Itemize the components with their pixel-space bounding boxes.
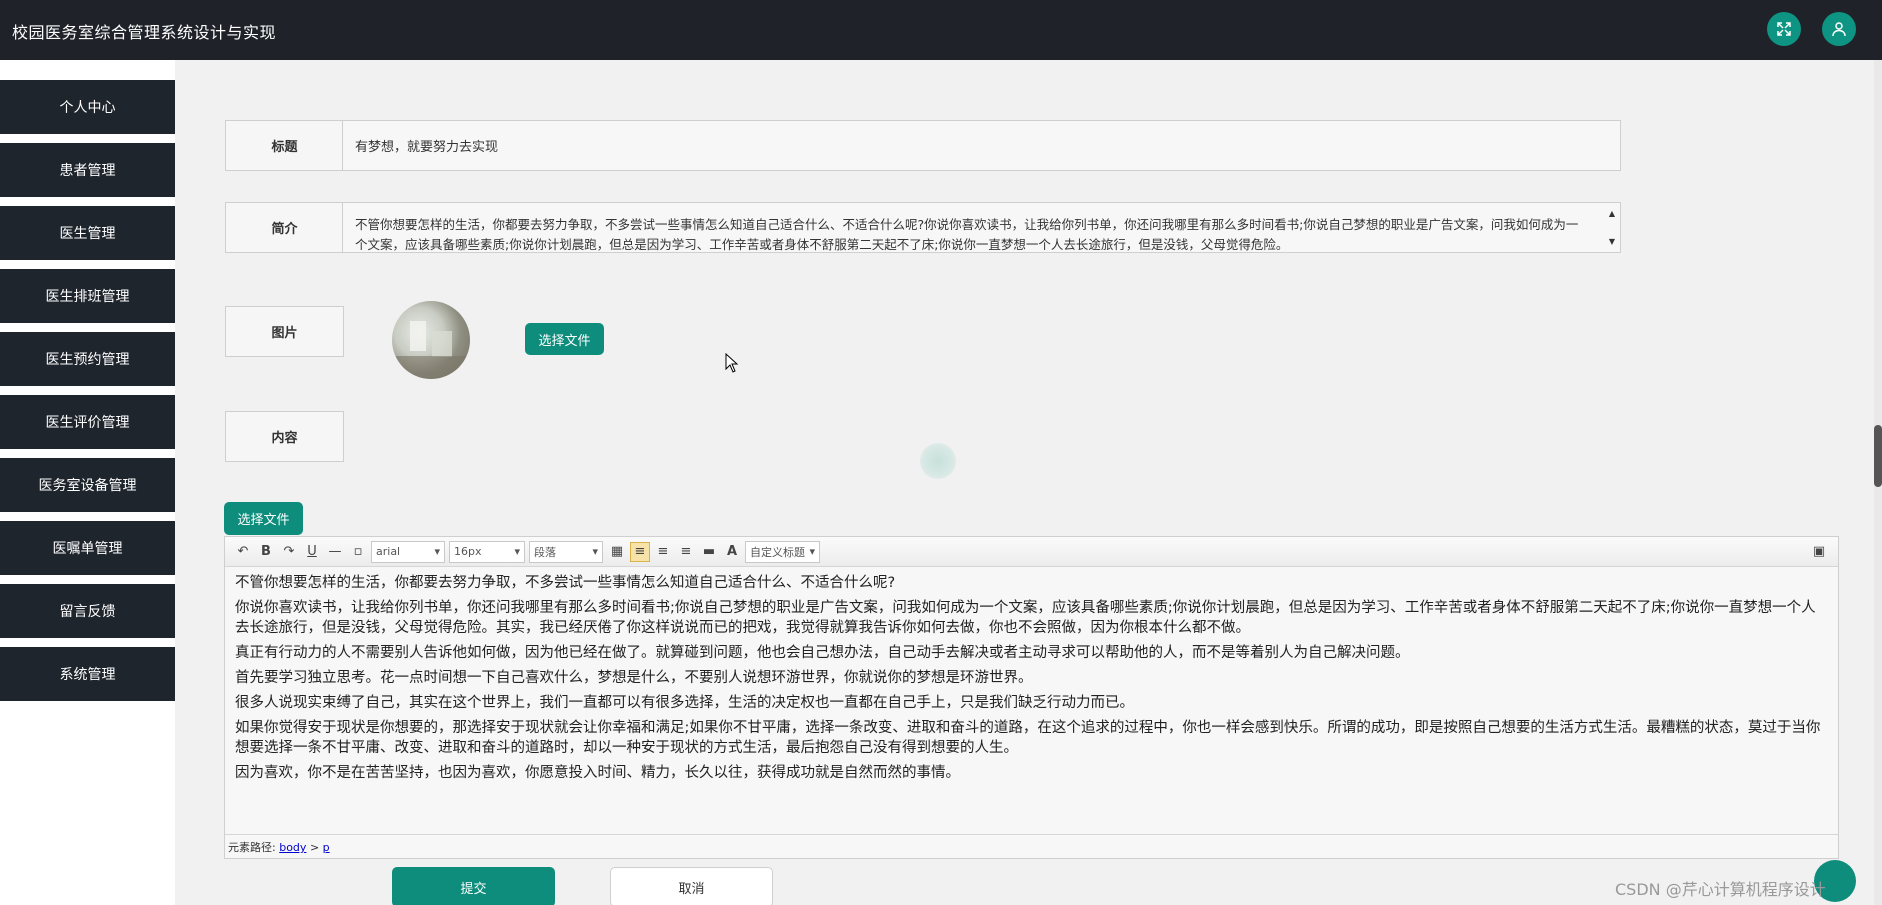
sidebar-item-label: 留言反馈 (59, 604, 116, 620)
font-size-select[interactable]: 16px ▾ (449, 540, 525, 563)
loading-spinner (920, 443, 956, 479)
editor-paragraph: 不管你想要怎样的生活，你都要去努力争取，不多尝试一些事情怎么知道自己适合什么、不… (235, 575, 896, 591)
top-bar: 校园医务室综合管理系统设计与实现 (0, 0, 1882, 60)
user-icon (1832, 22, 1846, 37)
editor-paragraph: 如果你觉得安于现状是你想要的，那选择安于现状就会让你幸福和满足;如果你不甘平庸，… (235, 720, 1821, 756)
watermark: CSDN @芹心计算机程序设计 (1615, 880, 1826, 899)
custom-title-select[interactable]: 自定义标题 ▾ (745, 540, 820, 563)
sidebar-item-label: 患者管理 (59, 163, 116, 179)
redo-icon[interactable]: ↷ (279, 542, 299, 562)
rich-text-editor[interactable]: ↶ B ↷ U — ▫ arial ▾ 16px ▾ 段落 ▾ ▦ ≡ ≡ ≡ ▬ A… (224, 536, 1839, 859)
element-path-p-link[interactable]: p (323, 841, 330, 854)
user-menu-button[interactable] (1822, 12, 1856, 46)
chevron-down-icon: ▾ (514, 545, 520, 558)
image-label: 图片 (225, 306, 344, 357)
editor-toolbar: ↶ B ↷ U — ▫ arial ▾ 16px ▾ 段落 ▾ ▦ ≡ ≡ ≡ ▬ A… (225, 537, 1838, 567)
underline-icon[interactable]: U (302, 542, 322, 562)
editor-paragraph: 很多人说现实束缚了自己，其实在这个世界上，我们一直都可以有很多选择，生活的决定权… (235, 695, 1134, 711)
editor-paragraph: 首先要学习独立思考。花一点时间想一下自己喜欢什么，梦想是什么，不要别人说想环游世… (235, 670, 1033, 686)
fullscreen-icon (1777, 22, 1791, 36)
paragraph-select[interactable]: 段落 ▾ (529, 540, 603, 563)
cancel-button[interactable]: 取消 (610, 867, 773, 905)
editor-paragraph: 你说你喜欢读书，让我给你列书单，你还问我哪里有那么多时间看书;你说自己梦想的职业… (235, 600, 1816, 636)
align-justify-icon[interactable]: ▬ (699, 542, 719, 562)
title-input[interactable]: 有梦想，就要努力去实现 (342, 120, 1621, 171)
summary-scroll-arrows[interactable]: ▲ ▼ (1605, 204, 1619, 252)
sidebar-item-label: 医嘱单管理 (52, 541, 123, 557)
uploaded-image-thumbnail (392, 301, 470, 379)
align-center-icon[interactable]: ≡ (676, 542, 696, 562)
summary-textarea[interactable]: 不管你想要怎样的生活，你都要去努力争取，不多尝试一些事情怎么知道自己适合什么、不… (342, 202, 1621, 253)
element-path-label: 元素路径: (228, 841, 276, 854)
page-scrollbar[interactable] (1874, 60, 1882, 905)
sidebar-item-patients[interactable]: 患者管理 (0, 143, 175, 197)
sidebar-item-system[interactable]: 系统管理 (0, 647, 175, 701)
paragraph-value: 段落 (534, 545, 556, 559)
app-title: 校园医务室综合管理系统设计与实现 (12, 23, 277, 42)
horizontal-rule-icon[interactable]: — (325, 542, 345, 562)
scroll-up-icon[interactable]: ▲ (1609, 204, 1615, 224)
sidebar-item-equipment[interactable]: 医务室设备管理 (0, 458, 175, 512)
sidebar-item-feedback[interactable]: 留言反馈 (0, 584, 175, 638)
scrollbar-thumb[interactable] (1874, 425, 1882, 487)
element-path-separator: > (309, 841, 320, 854)
font-color-icon[interactable]: A (722, 542, 742, 562)
chevron-down-icon: ▾ (434, 545, 440, 558)
sidebar-item-label: 医生预约管理 (45, 352, 130, 368)
chevron-down-icon: ▾ (809, 545, 815, 558)
submit-button[interactable]: 提交 (392, 867, 555, 905)
mouse-cursor-icon (725, 353, 739, 373)
align-right-icon[interactable]: ≡ (653, 542, 673, 562)
summary-text: 不管你想要怎样的生活，你都要去努力争取，不多尝试一些事情怎么知道自己适合什么、不… (355, 217, 1579, 252)
bold-icon[interactable]: B (256, 542, 276, 562)
font-size-value: 16px (454, 545, 482, 558)
title-label: 标题 (225, 120, 344, 171)
main-content: 标题 有梦想，就要努力去实现 简介 不管你想要怎样的生活，你都要去努力争取，不多… (175, 60, 1882, 905)
sidebar-item-label: 个人中心 (59, 100, 116, 116)
sidebar-item-label: 医务室设备管理 (38, 478, 137, 494)
element-path-body-link[interactable]: body (279, 841, 306, 854)
sidebar-item-label: 医生管理 (59, 226, 116, 242)
align-left-icon[interactable]: ≡ (630, 541, 650, 562)
undo-icon[interactable]: ↶ (233, 542, 253, 562)
fullscreen-button[interactable] (1767, 12, 1801, 46)
custom-title-value: 自定义标题 (750, 545, 805, 559)
editor-paragraph: 真正有行动力的人不需要别人告诉他如何做，因为他已经在做了。就算碰到问题，他也会自… (235, 645, 1410, 661)
sidebar-item-label: 医生评价管理 (45, 415, 130, 431)
content-label: 内容 (225, 411, 344, 462)
sidebar-item-label: 系统管理 (59, 667, 116, 683)
chevron-down-icon: ▾ (592, 545, 598, 558)
editor-paragraph: 因为喜欢，你不是在苦苦坚持，也因为喜欢，你愿意投入时间、精力，长久以往，获得成功… (235, 765, 960, 781)
sidebar-item-doctor-reviews[interactable]: 医生评价管理 (0, 395, 175, 449)
sidebar-item-doctors[interactable]: 医生管理 (0, 206, 175, 260)
sidebar-item-medical-orders[interactable]: 医嘱单管理 (0, 521, 175, 575)
editor-content[interactable]: 不管你想要怎样的生活，你都要去努力争取，不多尝试一些事情怎么知道自己适合什么、不… (225, 567, 1838, 809)
page-icon[interactable]: ▫ (348, 542, 368, 562)
sidebar-item-label: 医生排班管理 (45, 289, 130, 305)
sidebar: 个人中心 患者管理 医生管理 医生排班管理 医生预约管理 医生评价管理 医务室设… (0, 60, 175, 905)
scroll-down-icon[interactable]: ▼ (1609, 232, 1615, 252)
sidebar-item-doctor-appointments[interactable]: 医生预约管理 (0, 332, 175, 386)
summary-label: 简介 (225, 202, 344, 253)
table-icon[interactable]: ▦ (607, 542, 627, 562)
source-code-icon[interactable]: ▣ (1809, 542, 1829, 562)
font-family-select[interactable]: arial ▾ (371, 540, 445, 563)
font-family-value: arial (376, 545, 401, 558)
choose-content-file-button[interactable]: 选择文件 (224, 502, 303, 535)
sidebar-item-personal-center[interactable]: 个人中心 (0, 80, 175, 134)
choose-image-file-button[interactable]: 选择文件 (525, 323, 604, 355)
editor-element-path: 元素路径: body > p (225, 834, 1838, 858)
sidebar-item-doctor-schedule[interactable]: 医生排班管理 (0, 269, 175, 323)
